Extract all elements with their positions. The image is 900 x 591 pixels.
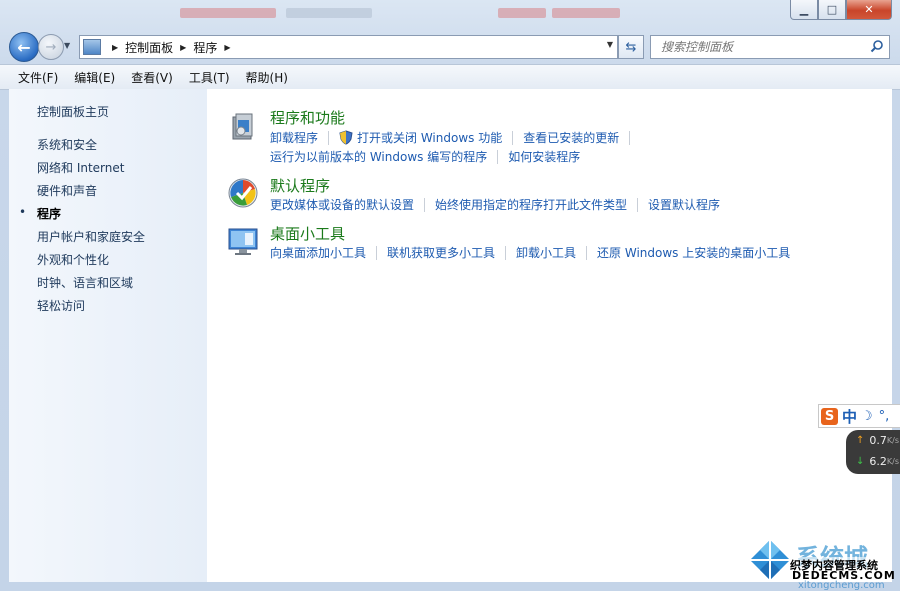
upload-value: 0.7 xyxy=(869,434,887,447)
programs-features-icon[interactable] xyxy=(227,111,259,143)
sidebar-item-ease-of-access[interactable]: 轻松访问 xyxy=(37,297,85,314)
link-program-compatibility[interactable]: 运行为以前版本的 Windows 编写的程序 xyxy=(270,148,487,165)
current-item-bullet: • xyxy=(19,205,27,219)
title-bar: ▁ □ ✕ xyxy=(0,0,900,28)
separator xyxy=(586,245,588,260)
search-input[interactable] xyxy=(659,39,868,55)
desktop-gadgets-icon[interactable] xyxy=(227,225,259,257)
navigation-bar: ← → ▼ ▶ 控制面板 ▶ 程序 ▶ ▼ ⇆ xyxy=(0,30,900,62)
address-bar[interactable]: ▶ 控制面板 ▶ 程序 ▶ ▼ xyxy=(79,35,618,59)
category-title-programs-features[interactable]: 程序和功能 xyxy=(270,107,345,128)
breadcrumb: ▶ 控制面板 ▶ 程序 ▶ xyxy=(105,39,238,56)
link-autoplay-defaults[interactable]: 更改媒体或设备的默认设置 xyxy=(270,196,414,213)
breadcrumb-chevron-icon[interactable]: ▶ xyxy=(180,43,186,52)
link-set-default-programs[interactable]: 设置默认程序 xyxy=(648,196,720,213)
xitongcheng-logo-icon xyxy=(750,540,790,580)
caption-buttons: ▁ □ ✕ xyxy=(790,0,892,20)
blurred-title-fragment xyxy=(498,8,546,18)
upload-arrow-icon: ↑ xyxy=(856,435,865,446)
sidebar-item-hardware-sound[interactable]: 硬件和声音 xyxy=(37,182,97,199)
breadcrumb-item-control-panel[interactable]: 控制面板 xyxy=(125,39,173,56)
category-title-desktop-gadgets[interactable]: 桌面小工具 xyxy=(270,223,345,244)
menu-tools[interactable]: 工具(T) xyxy=(181,69,238,86)
link-view-installed-updates[interactable]: 查看已安装的更新 xyxy=(523,129,619,146)
search-icon[interactable] xyxy=(870,39,884,53)
menu-file[interactable]: 文件(F) xyxy=(10,69,66,86)
main-content-pane: 程序和功能 卸载程序 打开或关闭 Windows 功能 查看已安装的更新 运行为… xyxy=(207,89,892,582)
breadcrumb-chevron-icon[interactable]: ▶ xyxy=(112,43,118,52)
sidebar-item-network-internet[interactable]: 网络和 Internet xyxy=(37,159,124,176)
breadcrumb-chevron-icon[interactable]: ▶ xyxy=(224,43,230,52)
network-speed-monitor[interactable]: ↑ 0.7 K/s ↓ 6.2 K/s xyxy=(846,430,900,474)
task-row: 向桌面添加小工具 联机获取更多小工具 卸载小工具 还原 Windows 上安装的… xyxy=(270,244,790,261)
sidebar-item-programs[interactable]: 程序 xyxy=(37,205,61,222)
category-title-default-programs[interactable]: 默认程序 xyxy=(270,175,330,196)
upload-speed: ↑ 0.7 K/s xyxy=(856,434,899,447)
address-dropdown-icon[interactable]: ▼ xyxy=(607,40,613,49)
punctuation-mode-icon[interactable]: °, xyxy=(879,409,890,424)
sidebar-item-system-security[interactable]: 系统和安全 xyxy=(37,136,97,153)
control-panel-icon xyxy=(83,39,101,55)
half-width-moon-icon[interactable]: ☽ xyxy=(861,409,873,424)
task-row: 运行为以前版本的 Windows 编写的程序 如何安装程序 xyxy=(270,148,580,165)
link-uninstall-program[interactable]: 卸载程序 xyxy=(270,129,318,146)
menu-bar: 文件(F) 编辑(E) 查看(V) 工具(T) 帮助(H) xyxy=(0,64,900,90)
link-file-associations[interactable]: 始终使用指定的程序打开此文件类型 xyxy=(435,196,627,213)
ime-mode-chinese[interactable]: 中 xyxy=(842,406,857,427)
minimize-button[interactable]: ▁ xyxy=(790,0,818,20)
close-button[interactable]: ✕ xyxy=(846,0,892,20)
blurred-title-fragment xyxy=(552,8,620,18)
back-button[interactable]: ← xyxy=(9,32,39,62)
speed-unit: K/s xyxy=(886,436,899,445)
watermark-site-domain: xitongcheng.com xyxy=(798,580,885,591)
link-windows-features[interactable]: 打开或关闭 Windows 功能 xyxy=(357,129,502,146)
separator xyxy=(512,130,514,145)
ime-toolbar[interactable]: S 中 ☽ °, xyxy=(818,404,900,428)
separator xyxy=(376,245,378,260)
download-value: 6.2 xyxy=(869,455,887,468)
refresh-button[interactable]: ⇆ xyxy=(618,35,644,59)
recent-pages-dropdown[interactable]: ▼ xyxy=(64,41,70,50)
task-row: 卸载程序 打开或关闭 Windows 功能 查看已安装的更新 xyxy=(270,129,640,146)
separator xyxy=(505,245,507,260)
control-panel-window: ▁ □ ✕ ← → ▼ ▶ 控制面板 ▶ 程序 ▶ ▼ ⇆ 搜索控制面板 文件(… xyxy=(0,0,900,591)
menu-edit[interactable]: 编辑(E) xyxy=(66,69,123,86)
download-speed: ↓ 6.2 K/s xyxy=(856,455,899,468)
link-uninstall-gadget[interactable]: 卸载小工具 xyxy=(516,244,576,261)
sidebar-item-control-panel-home[interactable]: 控制面板主页 xyxy=(37,103,109,120)
separator xyxy=(424,197,426,212)
sidebar-item-clock-language[interactable]: 时钟、语言和区域 xyxy=(37,274,133,291)
task-row: 更改媒体或设备的默认设置 始终使用指定的程序打开此文件类型 设置默认程序 xyxy=(270,196,720,213)
left-nav-pane: 控制面板主页 系统和安全 网络和 Internet 硬件和声音 • 程序 用户帐… xyxy=(9,89,207,582)
forward-button[interactable]: → xyxy=(38,34,64,60)
site-watermark: 系统城 织梦内容管理系统 DEDECMS.COM xitongcheng.com xyxy=(748,538,900,591)
link-add-gadgets[interactable]: 向桌面添加小工具 xyxy=(270,244,366,261)
separator xyxy=(629,130,631,145)
download-arrow-icon: ↓ xyxy=(856,456,865,467)
sidebar-item-appearance[interactable]: 外观和个性化 xyxy=(37,251,109,268)
speed-unit: K/s xyxy=(886,457,899,466)
search-box[interactable] xyxy=(650,35,890,59)
separator xyxy=(497,149,499,164)
maximize-button[interactable]: □ xyxy=(818,0,846,20)
link-get-more-gadgets[interactable]: 联机获取更多小工具 xyxy=(387,244,495,261)
blurred-title-fragment xyxy=(286,8,372,18)
sogou-logo-icon[interactable]: S xyxy=(821,407,838,425)
link-how-to-install[interactable]: 如何安装程序 xyxy=(508,148,580,165)
menu-help[interactable]: 帮助(H) xyxy=(238,69,296,86)
default-programs-icon[interactable] xyxy=(227,177,259,209)
separator xyxy=(637,197,639,212)
blurred-title-fragment xyxy=(180,8,276,18)
link-restore-gadgets[interactable]: 还原 Windows 上安装的桌面小工具 xyxy=(597,244,790,261)
breadcrumb-item-programs[interactable]: 程序 xyxy=(193,39,217,56)
uac-shield-icon xyxy=(339,130,353,145)
menu-view[interactable]: 查看(V) xyxy=(123,69,181,86)
sidebar-item-user-accounts[interactable]: 用户帐户和家庭安全 xyxy=(37,228,145,245)
separator xyxy=(328,130,330,145)
